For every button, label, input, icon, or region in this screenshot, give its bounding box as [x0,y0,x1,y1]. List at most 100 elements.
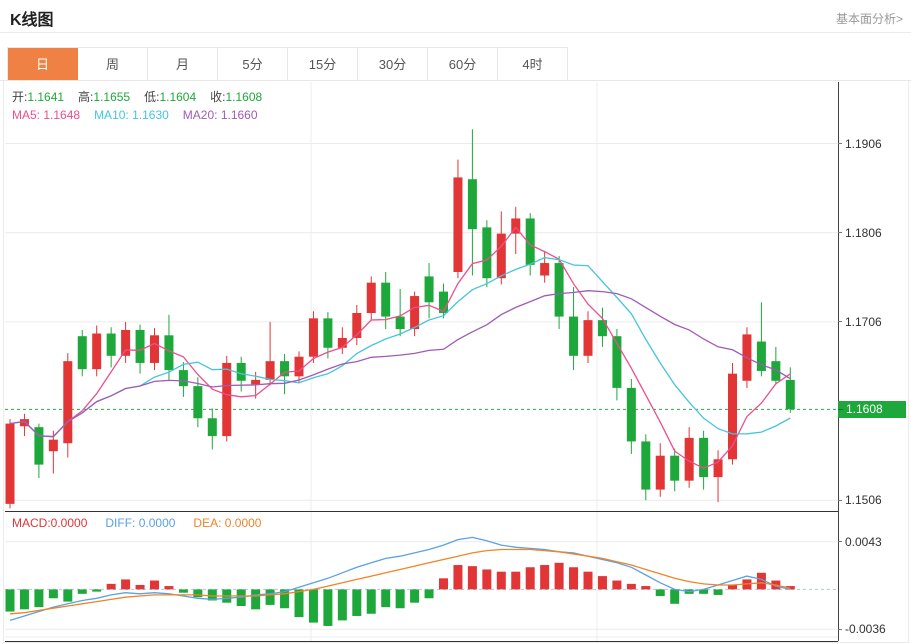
page-title: K线图 [10,6,54,30]
tab-月[interactable]: 月 [148,48,218,81]
last-price-badge: 1.1608 [838,401,906,418]
tick-mark [838,500,842,501]
candle-body [251,380,260,384]
macd-bar [410,589,419,602]
macd-bar [526,567,535,589]
macd-bar [396,589,405,608]
y-axis-tick: 1.1906 [838,136,882,152]
candle-body [641,441,650,489]
macd-bar [121,579,130,589]
tab-4时[interactable]: 4时 [498,48,568,81]
macd-bar [670,589,679,603]
candle-body [670,456,679,481]
macd-bar [150,581,159,590]
candle-body [266,361,275,380]
candle-body [540,263,549,275]
macd-bar [656,589,665,596]
interval-tabs: 日周月5分15分30分60分4时 [7,47,568,81]
macd-bar [193,589,202,597]
macd-bar [266,589,275,605]
candle-body [482,227,491,278]
macd-bar [164,586,173,589]
y-axis-tick: 1.1706 [838,314,882,330]
macd-axis-tick: -0.0036 [838,621,886,637]
macd-bar [482,569,491,589]
candle-body [121,330,130,356]
tab-15分[interactable]: 15分 [288,48,358,81]
macd-bar [584,572,593,590]
macd-bar [367,589,376,613]
macd-bar [107,584,116,590]
macd-bar [612,581,621,590]
macd-bar [555,563,564,590]
tick-mark [838,629,842,630]
tab-30分[interactable]: 30分 [358,48,428,81]
candle-body [584,320,593,356]
macd-bottom-border [5,641,838,642]
tick-mark [838,232,842,233]
tabs-underline [0,80,911,81]
candle-body [771,361,780,381]
candle-body [208,418,217,436]
price-axis: 1.19061.18061.17061.15061.16080.0043-0.0… [838,82,910,642]
macd-chart[interactable] [5,512,838,641]
tab-日[interactable]: 日 [8,48,78,81]
macd-bar [540,565,549,589]
candle-body [381,283,390,317]
candle-body [699,438,708,477]
candle-body [555,263,564,317]
candle-body [425,276,434,302]
macd-bar [381,589,390,607]
macd-bar [569,567,578,589]
macd-bar [323,589,332,626]
macd-bar [338,589,347,620]
candle-body [338,338,347,348]
macd-bar [352,589,361,616]
candle-body [656,456,665,490]
macd-bar [34,589,43,607]
title-divider [0,32,911,33]
macd-bar [295,589,304,617]
tab-60分[interactable]: 60分 [428,48,498,81]
macd-bar [425,589,434,598]
candle-body [136,330,145,363]
candle-body [6,424,15,504]
candle-body [92,334,101,370]
macd-bar [78,589,87,593]
macd-bar [468,566,477,589]
macd-axis-tick: 0.0043 [838,534,882,550]
macd-bar [63,589,72,601]
candle-body [222,363,231,436]
candle-body [468,179,477,229]
candle-body [396,317,405,329]
candle-body [193,386,202,418]
macd-bar [20,589,29,609]
macd-bar [598,576,607,589]
candle-body [237,363,246,381]
tick-mark [838,321,842,322]
candle-body [627,388,636,442]
candle-body [569,317,578,356]
chart-frame-bottom [3,642,909,643]
candle-body [49,440,58,452]
macd-bar [251,589,260,609]
main-candlestick-chart[interactable] [5,82,838,511]
macd-bar [92,589,101,591]
fundamental-analysis-link[interactable]: 基本面分析> [836,10,903,27]
macd-bar [453,565,462,589]
tick-mark [838,143,842,144]
y-axis-tick: 1.1506 [838,492,882,508]
tick-mark [838,541,842,542]
macd-bar [49,589,58,598]
macd-bar [439,578,448,589]
candle-body [598,320,607,336]
macd-bar [497,572,506,590]
macd-bar [714,589,723,595]
macd-bar [136,585,145,589]
candle-body [453,177,462,272]
tab-5分[interactable]: 5分 [218,48,288,81]
tab-周[interactable]: 周 [78,48,148,81]
chart-frame-left [3,81,4,642]
candle-body [179,370,188,386]
macd-bar [6,589,15,611]
